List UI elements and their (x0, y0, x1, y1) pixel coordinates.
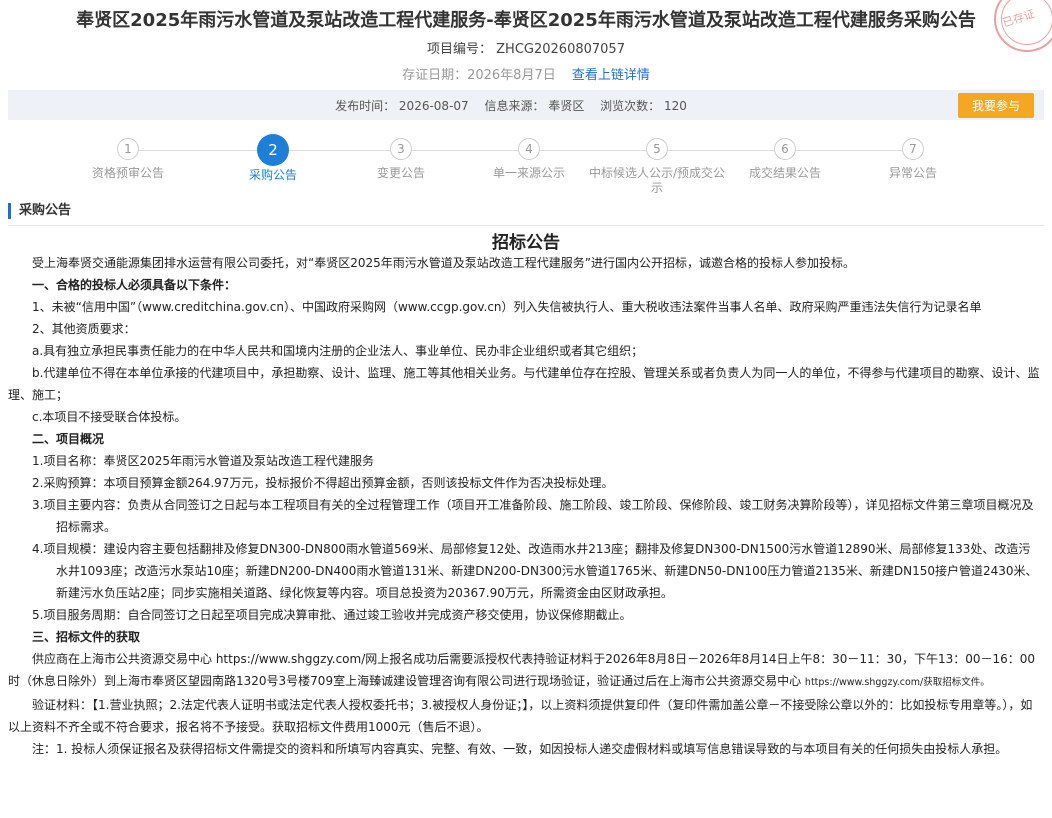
document-title: 招标公告 (492, 233, 560, 253)
step-procurement[interactable]: 2 采购公告 (203, 134, 343, 183)
qualification-item: a.具有独立承担民事责任能力的在中华人民共和国境内注册的企业法人、事业单位、民办… (32, 344, 644, 358)
step-label: 采购公告 (248, 168, 297, 182)
intro-paragraph: 受上海奉贤交通能源集团排水运营有限公司委托，对“奉贤区2025年雨污水管道及泵站… (32, 256, 855, 270)
join-button[interactable]: 我要参与 (958, 93, 1034, 118)
publish-time: 发布时间： 2026-08-07 (335, 99, 469, 113)
overview-item: 3.项目主要内容：负责从合同签订之日起与本工程项目有关的全过程管理工作（项目开工… (32, 498, 1034, 534)
step-label: 中标候选人公示/预成交公示 (588, 166, 726, 195)
verification-paragraph: 验证材料：【1.营业执照；2.法定代表人证明书或法定代表人授权委托书；3.被授权… (8, 698, 1033, 734)
step-label: 变更公告 (376, 166, 425, 180)
overview-item: 4.项目规模：建设内容主要包括翻排及修复DN300-DN800雨水管道569米、… (32, 542, 1038, 600)
view-count: 浏览次数： 120 (600, 99, 687, 113)
step-label: 异常公告 (888, 166, 937, 180)
publish-meta: 发布时间： 2026-08-07 信息来源： 奉贤区 浏览次数： 120 (8, 97, 1044, 114)
step-result[interactable]: 6 成交结果公告 (715, 134, 855, 181)
step-change[interactable]: 3 变更公告 (331, 134, 471, 181)
step-number: 5 (646, 138, 668, 160)
qualification-item: 1、未被“信用中国”（www.creditchina.gov.cn）、中国政府采… (32, 300, 982, 314)
overview-item: 5.项目服务周期：自合同签订之日起至项目完成决算审批、通过竣工验收并完成资产移交… (32, 608, 632, 622)
section-title: 采购公告 (8, 203, 71, 219)
step-label: 资格预审公告 (91, 166, 164, 180)
documents-link[interactable]: https://www.shggzy.com/获取招标文件。 (805, 677, 990, 688)
documents-paragraph: 供应商在上海市公共资源交易中心 https://www.shggzy.com/网… (8, 648, 1040, 694)
step-number: 3 (390, 138, 412, 160)
step-number: 2 (257, 134, 289, 166)
step-single-source[interactable]: 4 单一来源公示 (459, 134, 599, 181)
page-title: 奉贤区2025年雨污水管道及泵站改造工程代建服务-奉贤区2025年雨污水管道及泵… (76, 10, 976, 31)
process-steps: 1 资格预审公告 2 采购公告 3 变更公告 4 单一来源公示 5 中标候选人公… (0, 134, 1052, 204)
step-number: 4 (518, 138, 540, 160)
qualification-item: 2、其他资质要求： (32, 322, 136, 336)
overview-item: 2.采购预算：本项目预算金额264.97万元，投标报价不得超出预算金额，否则该投… (32, 476, 614, 490)
step-label: 成交结果公告 (748, 166, 821, 180)
overview-item: 1.项目名称：奉贤区2025年雨污水管道及泵站改造工程代建服务 (32, 454, 374, 468)
step-label: 单一来源公示 (492, 166, 565, 180)
evidence-date: 存证日期：2026年8月7日 (402, 68, 556, 83)
heading-qualifications: 一、合格的投标人必须具备以下条件： (32, 278, 237, 292)
heading-overview: 二、项目概况 (32, 432, 105, 446)
project-code: 项目编号： ZHCG20260807057 (427, 42, 625, 57)
heading-documents: 三、招标文件的获取 (32, 630, 141, 644)
evidence-info: 存证日期：2026年8月7日 查看上链详情 (0, 64, 1052, 83)
divider (8, 225, 1044, 226)
step-number: 7 (902, 138, 924, 160)
step-prequalification[interactable]: 1 资格预审公告 (58, 134, 198, 181)
announcement-body: 受上海奉贤交通能源集团排水运营有限公司委托，对“奉贤区2025年雨污水管道及泵站… (8, 252, 1040, 760)
qualification-item: b.代建单位不得在本单位承接的代建项目中，承担勘察、设计、监理、施工等其他相关业… (8, 366, 1040, 402)
qualification-item: c.本项目不接受联合体投标。 (32, 410, 187, 424)
step-number: 6 (774, 138, 796, 160)
info-bar: 发布时间： 2026-08-07 信息来源： 奉贤区 浏览次数： 120 我要参… (8, 90, 1044, 120)
step-number: 1 (117, 138, 139, 160)
step-candidates[interactable]: 5 中标候选人公示/预成交公示 (587, 134, 727, 196)
view-chain-details-link[interactable]: 查看上链详情 (572, 68, 650, 83)
note-paragraph: 注：1. 投标人须保证报名及获得招标文件需提交的资料和所填写内容真实、完整、有效… (32, 742, 1008, 756)
step-exception[interactable]: 7 异常公告 (843, 134, 983, 181)
info-source: 信息来源： 奉贤区 (484, 99, 585, 113)
